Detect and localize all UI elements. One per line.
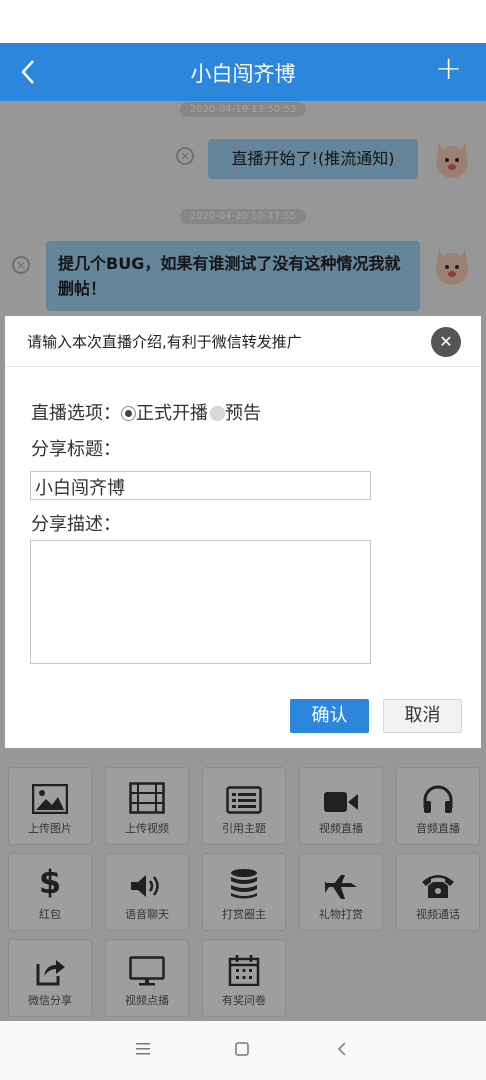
live-option-row: 直播选项： 正式开播 预告 bbox=[31, 399, 261, 425]
home-icon[interactable] bbox=[235, 1042, 249, 1056]
system-nav-bar bbox=[0, 1021, 486, 1080]
plus-icon: + bbox=[435, 49, 462, 87]
radio-preview-label[interactable]: 预告 bbox=[225, 403, 261, 424]
cancel-button[interactable]: 取消 bbox=[383, 699, 462, 733]
back-nav-icon[interactable] bbox=[337, 1042, 347, 1056]
dialog-title: 请输入本次直播介绍,有利于微信转发推广 bbox=[27, 333, 302, 351]
radio-live-label[interactable]: 正式开播 bbox=[136, 403, 208, 424]
share-title-input[interactable]: 小白闯齐博 bbox=[30, 471, 371, 500]
status-bar bbox=[0, 0, 486, 43]
add-button[interactable]: + bbox=[435, 49, 462, 87]
live-intro-dialog: 请输入本次直播介绍,有利于微信转发推广 ✕ 直播选项： 正式开播 预告 分享标题： … bbox=[5, 316, 481, 748]
app-header: 小白闯齐博 + bbox=[0, 43, 486, 101]
page-title: 小白闯齐博 bbox=[190, 62, 296, 86]
share-desc-textarea[interactable] bbox=[30, 540, 371, 664]
close-button[interactable]: ✕ bbox=[431, 327, 461, 357]
close-icon: ✕ bbox=[439, 332, 453, 351]
live-option-label: 直播选项： bbox=[31, 403, 121, 424]
share-title-label: 分享标题： bbox=[31, 439, 121, 460]
confirm-button[interactable]: 确认 bbox=[290, 699, 369, 733]
menu-icon[interactable] bbox=[136, 1043, 150, 1055]
radio-live[interactable] bbox=[121, 406, 136, 421]
dialog-header: 请输入本次直播介绍,有利于微信转发推广 ✕ bbox=[5, 316, 481, 367]
radio-preview[interactable] bbox=[210, 406, 225, 421]
share-desc-label: 分享描述： bbox=[31, 514, 121, 535]
